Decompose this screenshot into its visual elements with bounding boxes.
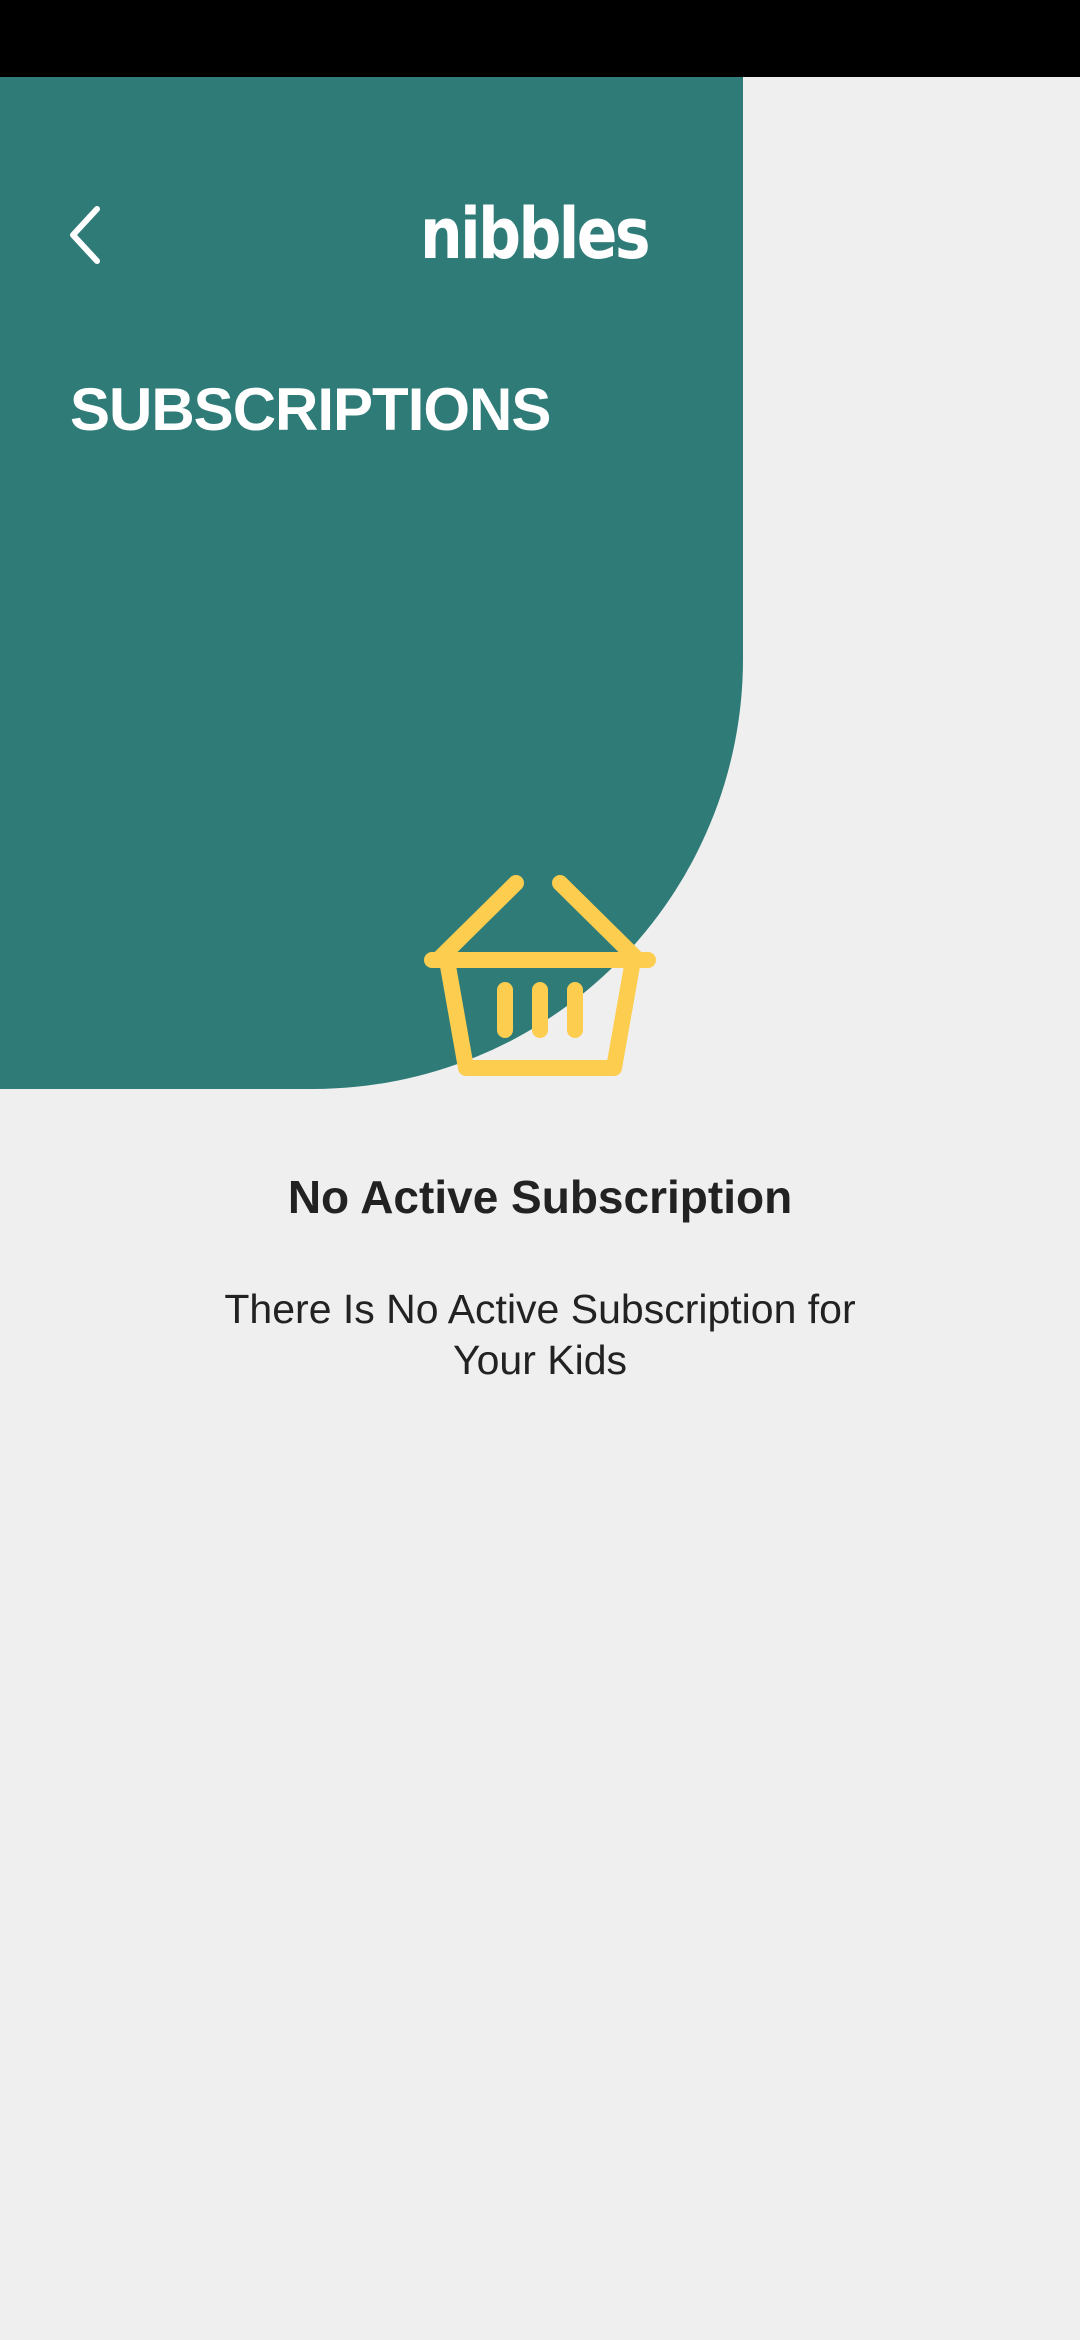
brand-name: nibbles [420, 196, 648, 268]
page-title: SUBSCRIPTIONS [70, 376, 551, 443]
empty-state-title: No Active Subscription [287, 1171, 793, 1223]
chevron-left-icon [70, 206, 100, 264]
shopping-basket-icon [424, 875, 656, 1076]
back-button[interactable] [50, 195, 120, 275]
nibbles-logo: nibbles [420, 196, 650, 268]
empty-state-message: There Is No Active Subscription for Your… [224, 1286, 856, 1383]
status-bar [0, 0, 1080, 77]
